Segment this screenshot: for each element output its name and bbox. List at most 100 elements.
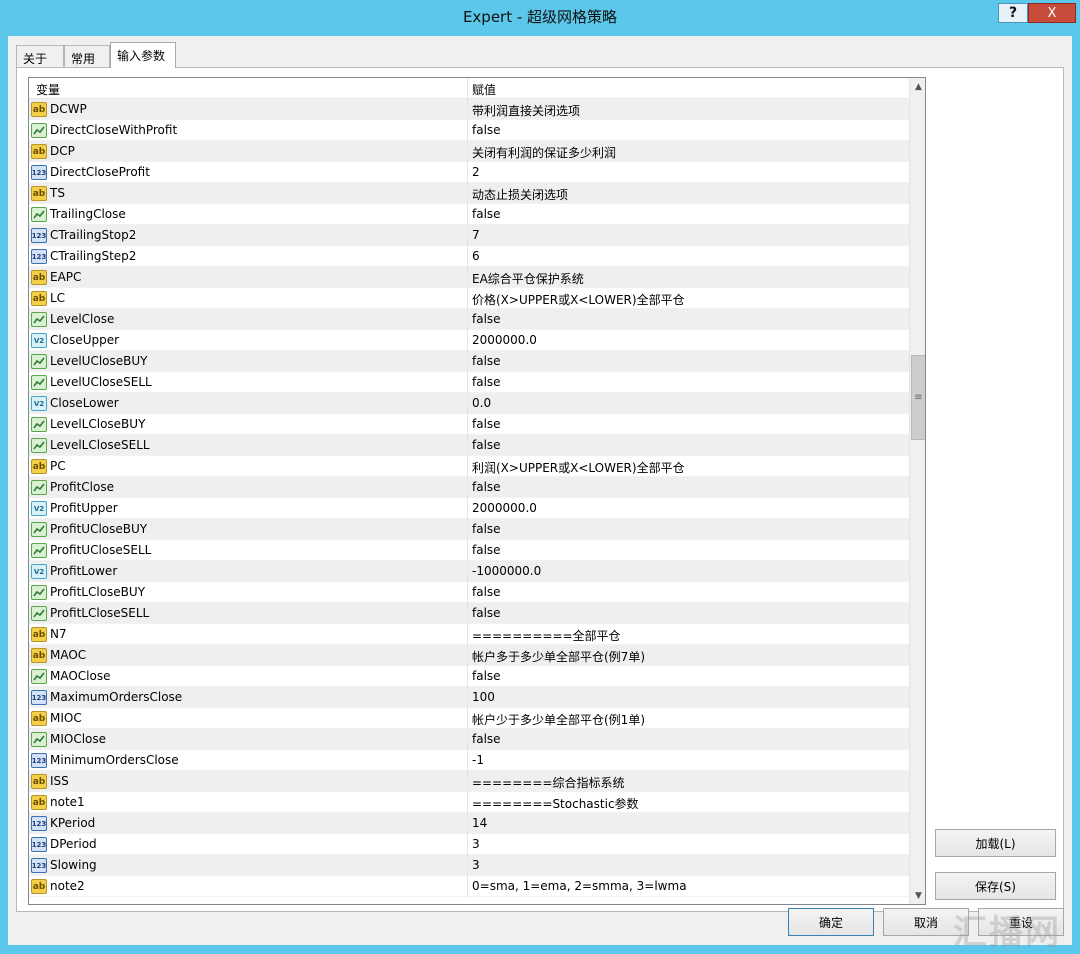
table-row[interactable]: ab TS 动态止损关闭选项 <box>29 183 909 204</box>
ok-button[interactable]: 确定 <box>788 908 874 936</box>
variable-cell[interactable]: ab ISS <box>29 771 468 792</box>
value-cell[interactable]: false <box>468 477 909 498</box>
value-cell[interactable]: -1000000.0 <box>468 561 909 582</box>
variable-cell[interactable]: ProfitUCloseBUY <box>29 519 468 540</box>
variable-cell[interactable]: LevelClose <box>29 309 468 330</box>
variable-cell[interactable]: MIOClose <box>29 729 468 750</box>
variable-cell[interactable]: V2 CloseLower <box>29 393 468 414</box>
variable-cell[interactable]: ab TS <box>29 183 468 204</box>
value-cell[interactable]: false <box>468 414 909 435</box>
variable-cell[interactable]: ab note2 <box>29 876 468 897</box>
value-cell[interactable]: false <box>468 435 909 456</box>
table-row[interactable]: LevelLCloseBUY false <box>29 414 909 435</box>
table-row[interactable]: ProfitLCloseSELL false <box>29 603 909 624</box>
table-row[interactable]: MAOClose false <box>29 666 909 687</box>
table-row[interactable]: 123 CTrailingStop2 7 <box>29 225 909 246</box>
value-cell[interactable]: false <box>468 351 909 372</box>
table-row[interactable]: 123 DPeriod 3 <box>29 834 909 855</box>
variable-cell[interactable]: ab MAOC <box>29 645 468 666</box>
variable-cell[interactable]: LevelLCloseBUY <box>29 414 468 435</box>
variable-cell[interactable]: ab EAPC <box>29 267 468 288</box>
value-cell[interactable]: 0.0 <box>468 393 909 414</box>
table-row[interactable]: LevelClose false <box>29 309 909 330</box>
value-cell[interactable]: false <box>468 372 909 393</box>
save-button[interactable]: 保存(S) <box>935 872 1056 900</box>
value-cell[interactable]: 帐户少于多少单全部平仓(例1单) <box>468 708 909 729</box>
value-cell[interactable]: 3 <box>468 834 909 855</box>
variable-cell[interactable]: ab DCP <box>29 141 468 162</box>
table-row[interactable]: V2 ProfitUpper 2000000.0 <box>29 498 909 519</box>
variable-cell[interactable]: 123 Slowing <box>29 855 468 876</box>
table-row[interactable]: ab LC 价格(X>UPPER或X<LOWER)全部平仓 <box>29 288 909 309</box>
value-cell[interactable]: 100 <box>468 687 909 708</box>
close-button[interactable]: X <box>1028 3 1076 23</box>
value-cell[interactable]: 关闭有利润的保证多少利润 <box>468 141 909 162</box>
table-row[interactable]: TrailingClose false <box>29 204 909 225</box>
value-cell[interactable]: 2000000.0 <box>468 330 909 351</box>
header-variable[interactable]: 变量 <box>29 78 468 99</box>
table-row[interactable]: 123 MinimumOrdersClose -1 <box>29 750 909 771</box>
table-row[interactable]: ab N7 ==========全部平仓 <box>29 624 909 645</box>
table-row[interactable]: 123 Slowing 3 <box>29 855 909 876</box>
table-row[interactable]: ProfitUCloseBUY false <box>29 519 909 540</box>
load-button[interactable]: 加载(L) <box>935 829 1056 857</box>
header-value[interactable]: 赋值 <box>468 78 909 99</box>
variable-cell[interactable]: ProfitClose <box>29 477 468 498</box>
table-row[interactable]: 123 CTrailingStep2 6 <box>29 246 909 267</box>
table-row[interactable]: MIOClose false <box>29 729 909 750</box>
value-cell[interactable]: ========综合指标系统 <box>468 771 909 792</box>
table-row[interactable]: LevelUCloseBUY false <box>29 351 909 372</box>
variable-cell[interactable]: V2 ProfitLower <box>29 561 468 582</box>
table-row[interactable]: LevelLCloseSELL false <box>29 435 909 456</box>
value-cell[interactable]: 14 <box>468 813 909 834</box>
variable-cell[interactable]: V2 CloseUpper <box>29 330 468 351</box>
value-cell[interactable]: 3 <box>468 855 909 876</box>
variable-cell[interactable]: ProfitLCloseBUY <box>29 582 468 603</box>
variable-cell[interactable]: LevelUCloseSELL <box>29 372 468 393</box>
table-row[interactable]: 123 MaximumOrdersClose 100 <box>29 687 909 708</box>
value-cell[interactable]: 6 <box>468 246 909 267</box>
value-cell[interactable]: 动态止损关闭选项 <box>468 183 909 204</box>
vertical-scrollbar[interactable]: ▲ ≡ ▼ <box>909 78 925 904</box>
table-row[interactable]: ProfitUCloseSELL false <box>29 540 909 561</box>
value-cell[interactable]: false <box>468 729 909 750</box>
variable-cell[interactable]: ProfitLCloseSELL <box>29 603 468 624</box>
table-row[interactable]: LevelUCloseSELL false <box>29 372 909 393</box>
value-cell[interactable]: 2000000.0 <box>468 498 909 519</box>
scroll-down-icon[interactable]: ▼ <box>911 887 925 904</box>
value-cell[interactable]: ========Stochastic参数 <box>468 792 909 813</box>
variable-cell[interactable]: 123 DirectCloseProfit <box>29 162 468 183</box>
tab-about[interactable]: 关于 <box>16 45 64 67</box>
value-cell[interactable]: 价格(X>UPPER或X<LOWER)全部平仓 <box>468 288 909 309</box>
value-cell[interactable]: false <box>468 309 909 330</box>
variable-cell[interactable]: ab LC <box>29 288 468 309</box>
variable-cell[interactable]: 123 MinimumOrdersClose <box>29 750 468 771</box>
value-cell[interactable]: false <box>468 666 909 687</box>
variable-cell[interactable]: MAOClose <box>29 666 468 687</box>
value-cell[interactable]: 帐户多于多少单全部平仓(例7单) <box>468 645 909 666</box>
value-cell[interactable]: EA综合平仓保护系统 <box>468 267 909 288</box>
value-cell[interactable]: false <box>468 519 909 540</box>
table-row[interactable]: ab MIOC 帐户少于多少单全部平仓(例1单) <box>29 708 909 729</box>
value-cell[interactable]: 2 <box>468 162 909 183</box>
table-row[interactable]: V2 CloseLower 0.0 <box>29 393 909 414</box>
value-cell[interactable]: ==========全部平仓 <box>468 624 909 645</box>
variable-cell[interactable]: 123 DPeriod <box>29 834 468 855</box>
scroll-thumb[interactable]: ≡ <box>911 355 925 440</box>
variable-cell[interactable]: LevelUCloseBUY <box>29 351 468 372</box>
value-cell[interactable]: false <box>468 120 909 141</box>
table-row[interactable]: ab PC 利润(X>UPPER或X<LOWER)全部平仓 <box>29 456 909 477</box>
value-cell[interactable]: 0=sma, 1=ema, 2=smma, 3=lwma <box>468 876 909 897</box>
variable-cell[interactable]: V2 ProfitUpper <box>29 498 468 519</box>
value-cell[interactable]: 利润(X>UPPER或X<LOWER)全部平仓 <box>468 456 909 477</box>
table-row[interactable]: ProfitLCloseBUY false <box>29 582 909 603</box>
table-row[interactable]: ab note1 ========Stochastic参数 <box>29 792 909 813</box>
table-row[interactable]: 123 DirectCloseProfit 2 <box>29 162 909 183</box>
value-cell[interactable]: -1 <box>468 750 909 771</box>
variable-cell[interactable]: LevelLCloseSELL <box>29 435 468 456</box>
table-row[interactable]: ab DCWP 带利润直接关闭选项 <box>29 99 909 120</box>
variable-cell[interactable]: 123 MaximumOrdersClose <box>29 687 468 708</box>
value-cell[interactable]: 带利润直接关闭选项 <box>468 99 909 120</box>
value-cell[interactable]: false <box>468 540 909 561</box>
variable-cell[interactable]: ab MIOC <box>29 708 468 729</box>
